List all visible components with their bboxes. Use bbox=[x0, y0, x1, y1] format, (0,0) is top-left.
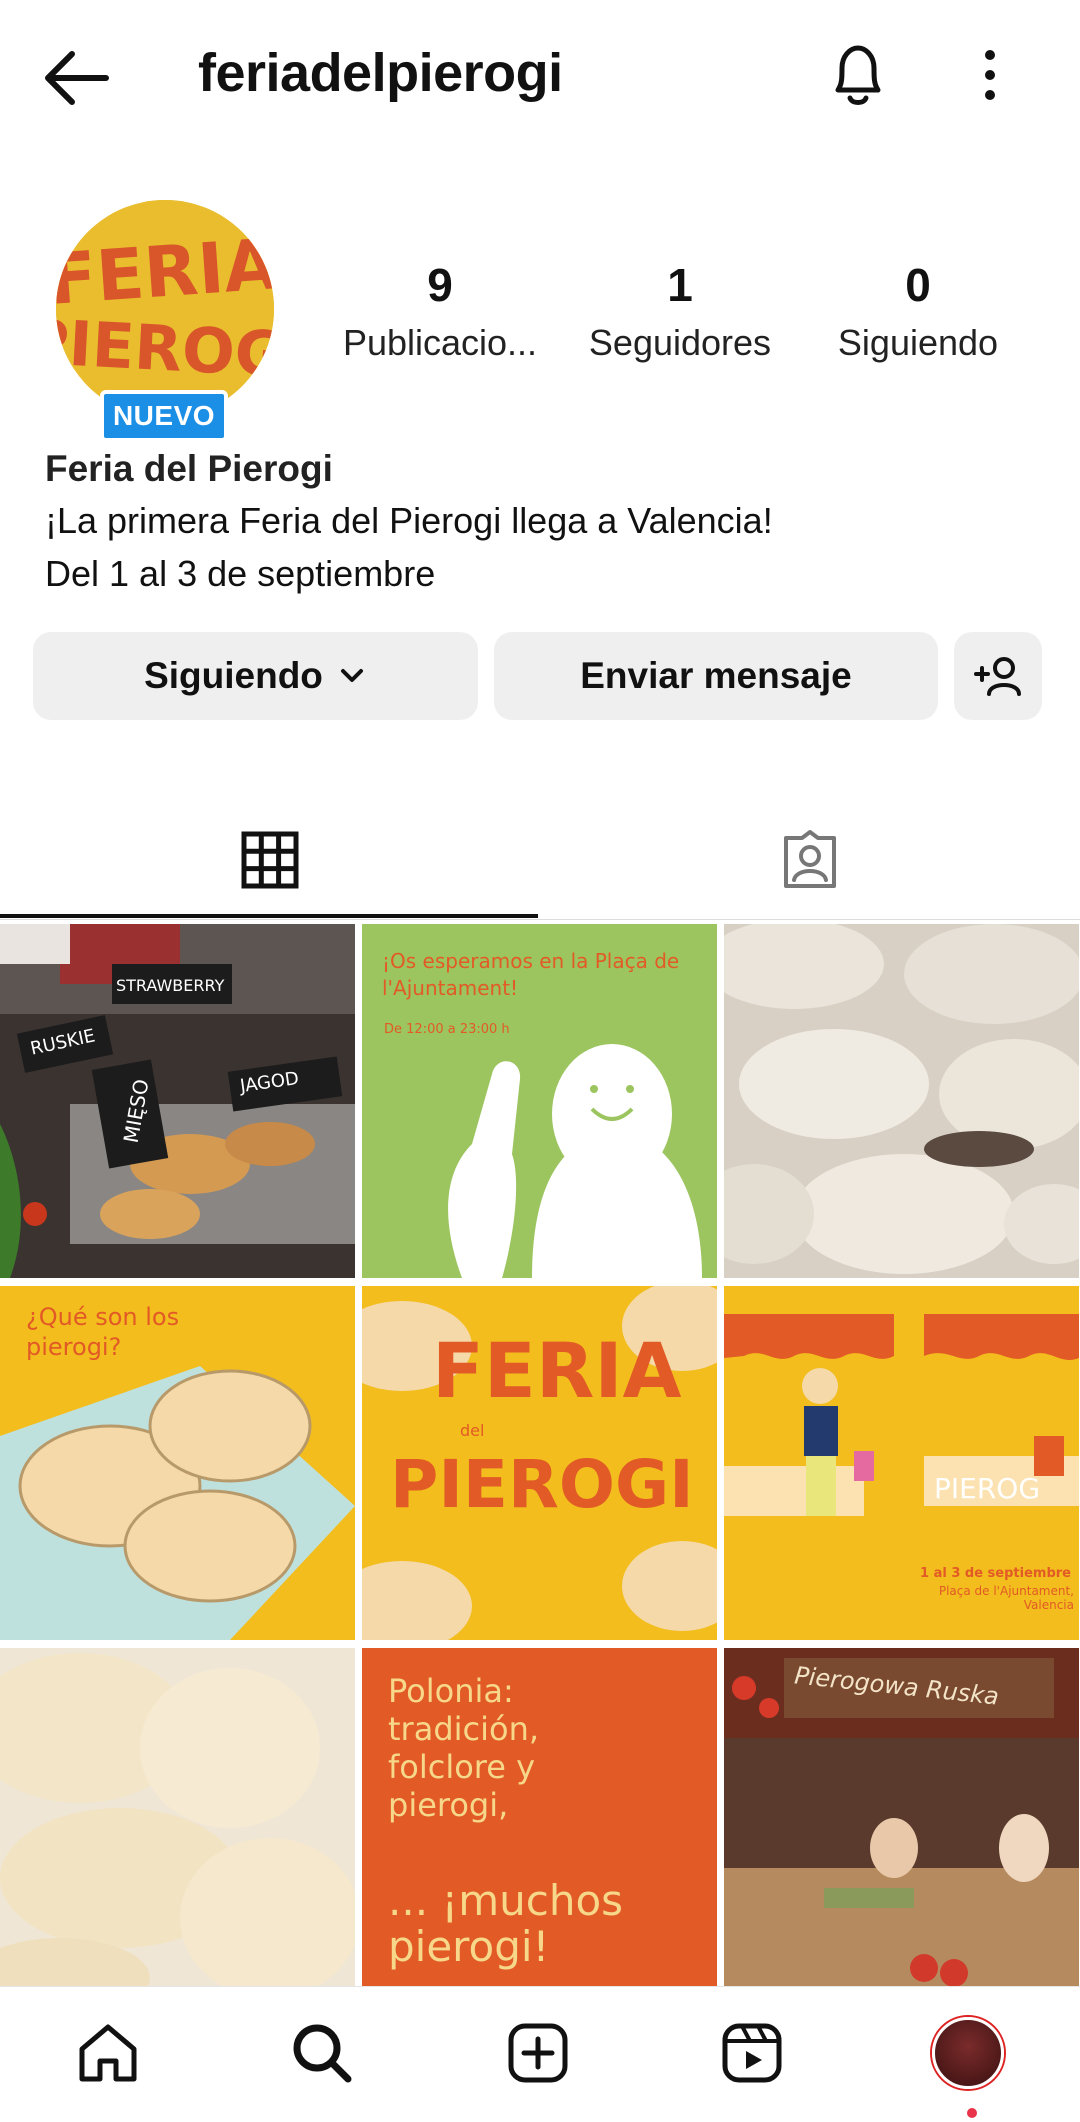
profile-avatar-small bbox=[932, 2017, 1004, 2089]
nav-profile[interactable] bbox=[918, 2009, 1018, 2097]
post-8-text-2: ... ¡muchos pierogi! bbox=[388, 1876, 624, 1971]
tagged-icon bbox=[784, 830, 836, 888]
profile-username: feriadelpierogi bbox=[198, 43, 563, 103]
grid-icon bbox=[241, 831, 299, 889]
nav-search[interactable] bbox=[272, 2009, 372, 2097]
bottom-nav bbox=[0, 1986, 1080, 2122]
profile-name: Feria del Pierogi bbox=[45, 448, 333, 489]
feria-logo-image: FERIA PIEROGI bbox=[56, 200, 274, 418]
post-9[interactable]: Pierogowa Ruska bbox=[724, 1648, 1079, 2002]
stat-followers[interactable]: 1 Seguidores bbox=[570, 258, 790, 364]
profile-avatar[interactable]: FERIA PIEROGI bbox=[56, 200, 274, 418]
post-5[interactable]: FERIA del PIEROGI bbox=[362, 1286, 717, 1640]
chevron-down-icon bbox=[340, 669, 363, 682]
suggest-people-button[interactable] bbox=[954, 632, 1042, 720]
post-7[interactable] bbox=[0, 1648, 355, 2002]
tab-tagged[interactable] bbox=[540, 800, 1080, 920]
pierogi-stand-photo bbox=[724, 1648, 1079, 2002]
followers-label: Seguidores bbox=[588, 322, 772, 363]
post-5-logo-3: PIEROGI bbox=[390, 1446, 694, 1523]
post-2-hours: De 12:00 a 23:00 h bbox=[384, 1022, 510, 1037]
message-button-label: Enviar mensaje bbox=[580, 655, 852, 696]
post-2[interactable]: ¡Os esperamos en la Plaça de l'Ajuntamen… bbox=[362, 924, 717, 1278]
bell-icon[interactable] bbox=[826, 40, 890, 110]
post-6-date: 1 al 3 de septiembre bbox=[920, 1566, 1071, 1581]
nav-create[interactable] bbox=[488, 2009, 588, 2097]
stat-following[interactable]: 0 Siguiendo bbox=[808, 258, 1028, 364]
following-count: 0 bbox=[905, 259, 931, 311]
post-3[interactable] bbox=[724, 924, 1079, 1278]
post-8[interactable]: Polonia: tradición, folclore y pierogi, … bbox=[362, 1648, 717, 2002]
bio-line-2: Del 1 al 3 de septiembre bbox=[45, 553, 436, 594]
add-person-icon bbox=[974, 657, 1021, 696]
notification-dot bbox=[967, 2108, 977, 2118]
following-button[interactable]: Siguiendo bbox=[33, 632, 478, 720]
stat-posts[interactable]: 9 Publicacio... bbox=[330, 258, 550, 364]
tab-posts-grid[interactable] bbox=[0, 800, 540, 920]
new-badge: NUEVO bbox=[100, 390, 228, 442]
add-post-icon bbox=[508, 2023, 568, 2083]
top-bar: feriadelpierogi bbox=[0, 0, 1080, 150]
more-vertical-icon[interactable] bbox=[975, 45, 1005, 105]
reels-icon bbox=[722, 2023, 782, 2083]
active-tab-indicator bbox=[0, 914, 538, 918]
post-8-text: Polonia: tradición, folclore y pierogi, bbox=[388, 1672, 540, 1824]
followers-count: 1 bbox=[667, 259, 693, 311]
posts-label: Publicacio... bbox=[342, 322, 538, 363]
message-button[interactable]: Enviar mensaje bbox=[494, 632, 938, 720]
cooked-pierogi-photo bbox=[0, 1648, 355, 2002]
home-icon bbox=[79, 2024, 137, 2082]
arrow-left-icon[interactable] bbox=[42, 48, 112, 108]
nav-reels[interactable] bbox=[702, 2009, 802, 2097]
post-2-title: ¡Os esperamos en la Plaça de l'Ajuntamen… bbox=[382, 949, 680, 1000]
following-button-label: Siguiendo bbox=[144, 655, 323, 696]
raw-pierogi-photo bbox=[724, 924, 1079, 1278]
post-6-stall-sign: PIEROG bbox=[934, 1472, 1041, 1505]
search-icon bbox=[293, 2024, 352, 2083]
posts-grid: STRAWBERRY RUSKIE MIĘSO JAGOD ¡Os espera… bbox=[0, 924, 1080, 2002]
posts-count: 9 bbox=[427, 259, 453, 311]
following-label: Siguiendo bbox=[837, 322, 999, 363]
post-6[interactable]: PIEROG 1 al 3 de septiembre Plaça de l'A… bbox=[724, 1286, 1079, 1640]
nav-home[interactable] bbox=[58, 2009, 158, 2097]
bio-line-1: ¡La primera Feria del Pierogi llega a Va… bbox=[45, 500, 773, 541]
post-4-title: ¿Qué son los pierogi? bbox=[26, 1303, 180, 1361]
post-6-place: Plaça de l'Ajuntament, Valencia bbox=[938, 1584, 1074, 1612]
stall-sign-1: STRAWBERRY bbox=[116, 976, 225, 995]
post-5-logo-2: del bbox=[460, 1421, 485, 1440]
svg-text:PIEROGI: PIEROGI bbox=[56, 305, 274, 393]
post-4[interactable]: ¿Qué son los pierogi? bbox=[0, 1286, 355, 1640]
profile-tabs bbox=[0, 800, 1080, 920]
svg-text:FERIA: FERIA bbox=[56, 223, 274, 321]
post-1[interactable]: STRAWBERRY RUSKIE MIĘSO JAGOD bbox=[0, 924, 355, 1278]
post-5-logo-1: FERIA bbox=[432, 1326, 682, 1415]
